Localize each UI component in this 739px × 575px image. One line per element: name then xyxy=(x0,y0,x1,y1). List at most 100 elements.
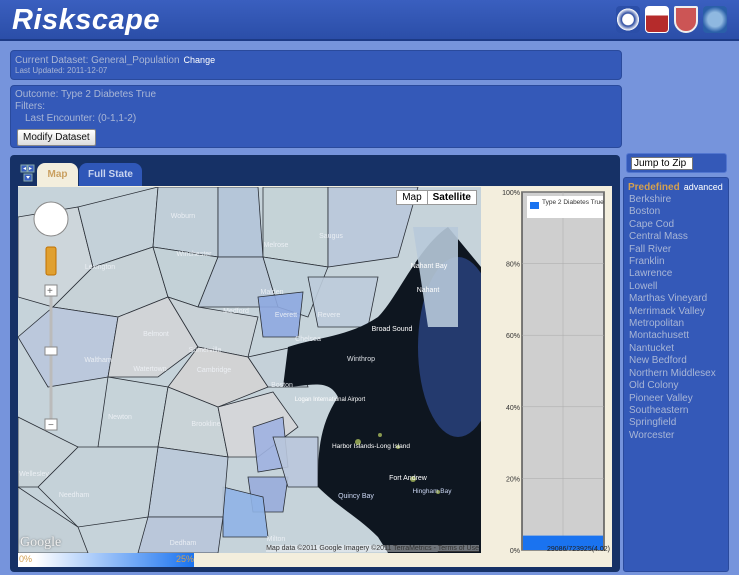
region-link[interactable]: Southeastern xyxy=(629,405,724,417)
zoom-slider-handle xyxy=(44,346,58,356)
state-seal-icon xyxy=(703,6,727,33)
region-link[interactable]: Nantucket xyxy=(629,343,724,355)
predefined-tab[interactable]: Predefined xyxy=(628,182,680,193)
region-link[interactable]: Franklin xyxy=(629,256,724,268)
place-label: Wellesley xyxy=(19,471,49,478)
filters-label: Filters: xyxy=(15,101,45,112)
outcome-panel: Outcome: Type 2 Diabetes True Filters: L… xyxy=(10,85,622,148)
y-tick-label: 0% xyxy=(510,548,520,555)
dataset-panel: Current Dataset: General_Population Chang… xyxy=(10,50,622,80)
advanced-link[interactable]: advanced xyxy=(684,182,723,192)
place-label: Watertown xyxy=(133,366,166,373)
region-link[interactable]: Pioneer Valley xyxy=(629,393,724,405)
region-link[interactable]: New Bedford xyxy=(629,355,724,367)
panel-resize-arrows-icon[interactable] xyxy=(20,164,36,182)
place-label: Revere xyxy=(318,312,341,319)
hospital-seal-icon xyxy=(616,6,640,33)
attribution-text: Map data ©2011 Google Imagery ©2011 Terr… xyxy=(266,545,438,552)
y-tick-label: 20% xyxy=(506,476,520,483)
last-updated: Last Updated: 2011-12-07 xyxy=(15,66,108,75)
place-label: Melrose xyxy=(264,242,289,249)
choropleth-map[interactable]: Woburn Lexington Winchester Melrose Saug… xyxy=(18,187,481,553)
filter-item: Last Encounter: (0-1,1-2) xyxy=(25,113,137,124)
region-link[interactable]: Montachusett xyxy=(629,330,724,342)
region-link[interactable]: Northern Middlesex xyxy=(629,368,724,380)
place-label: Winthrop xyxy=(347,356,375,363)
chart-footer: 29086/723925(4.02) xyxy=(547,546,610,553)
street-view-pegman-icon xyxy=(45,246,57,276)
region-link[interactable]: Boston xyxy=(629,206,724,218)
tab-full-state[interactable]: Full State xyxy=(79,163,142,187)
place-label: Brookline xyxy=(191,421,220,428)
region-link[interactable]: Worcester xyxy=(629,430,724,442)
place-label: Hingham Bay xyxy=(412,488,452,495)
terms-of-use-link[interactable]: Terms of Use xyxy=(438,545,479,552)
place-label: Logan International Airport xyxy=(295,397,366,403)
place-label: Everett xyxy=(275,312,297,319)
legend-swatch xyxy=(530,202,539,209)
region-link[interactable]: Merrimack Valley xyxy=(629,306,724,318)
place-label: Nahant xyxy=(417,287,440,294)
region-link[interactable]: Lawrence xyxy=(629,268,724,280)
jump-to-zip-panel xyxy=(626,153,727,173)
bar-chart: 0% 20% 40% 60% 80% 100% Type 2 Diabetes True 29… xyxy=(502,190,610,555)
region-link[interactable]: Lowell xyxy=(629,281,724,293)
region-link[interactable]: Old Colony xyxy=(629,380,724,392)
region-link[interactable]: Cape Cod xyxy=(629,219,724,231)
region-link[interactable]: Springfield xyxy=(629,417,724,429)
y-tick-label: 80% xyxy=(506,262,520,269)
place-label: Milton xyxy=(267,536,286,543)
place-label: Fort Andrew xyxy=(389,475,428,482)
modify-dataset-button[interactable]: Modify Dataset xyxy=(17,129,96,146)
region-list: Berkshire Boston Cape Cod Central Mass Fall … xyxy=(628,194,724,442)
map-canvas[interactable]: Woburn Lexington Winchester Melrose Saug… xyxy=(18,187,481,553)
map-attribution: Map data ©2011 Google Imagery ©2011 Terr… xyxy=(266,545,479,552)
svg-text:+: + xyxy=(47,286,53,297)
pan-control-icon xyxy=(33,201,69,237)
place-label: Winchester xyxy=(176,251,212,258)
google-logo: Google xyxy=(20,535,62,550)
harvard-seal-icon xyxy=(674,6,698,33)
place-label: Woburn xyxy=(171,213,195,220)
place-label: Lexington xyxy=(85,264,115,271)
y-tick-label: 40% xyxy=(506,405,520,412)
region-link[interactable]: Fall River xyxy=(629,244,724,256)
tab-map[interactable]: Map xyxy=(37,163,78,187)
region-link[interactable]: Metropolitan xyxy=(629,318,724,330)
place-label: Chelsea xyxy=(295,336,321,343)
app-logo: Riskscape xyxy=(12,4,160,36)
place-label: Waltham xyxy=(84,357,112,364)
outcome-text: Outcome: Type 2 Diabetes True xyxy=(15,89,157,100)
map-type-map-button[interactable]: Map xyxy=(397,191,426,204)
place-label: Broad Sound xyxy=(372,326,413,333)
region-link[interactable]: Berkshire xyxy=(629,194,724,206)
place-label: Nahant Bay xyxy=(411,263,448,270)
place-label: Needham xyxy=(59,492,90,499)
place-label: Malden xyxy=(261,289,284,296)
jump-to-zip-input[interactable] xyxy=(631,157,693,170)
header: Riskscape xyxy=(0,0,739,41)
map-type-control[interactable]: Map Satellite xyxy=(396,190,477,205)
color-scale-legend xyxy=(18,553,194,567)
region-link[interactable]: Marthas Vineyard xyxy=(629,293,724,305)
svg-text:−: − xyxy=(48,420,54,431)
dpm-seal-icon xyxy=(645,6,669,33)
y-tick-label: 60% xyxy=(506,333,520,340)
region-link[interactable]: Central Mass xyxy=(629,231,724,243)
place-label: Cambridge xyxy=(197,367,231,374)
legend-min: 0% xyxy=(19,554,33,564)
current-dataset: Current Dataset: General_Population xyxy=(15,55,180,66)
place-label: Dedham xyxy=(170,540,197,547)
place-label: Quincy Bay xyxy=(338,493,374,500)
place-label: Somerville xyxy=(189,347,222,354)
map-type-satellite-button[interactable]: Satellite xyxy=(426,191,476,204)
place-label: Harbor Islands-Long Island xyxy=(332,443,410,450)
region-panel: Predefined advanced Berkshire Boston Cape C… xyxy=(623,177,729,572)
place-label: Belmont xyxy=(143,331,169,338)
legend-max: 25% xyxy=(176,554,195,564)
place-label: Medford xyxy=(223,308,249,315)
change-dataset-link[interactable]: Change xyxy=(184,55,216,65)
y-tick-label: 100% xyxy=(502,190,520,197)
place-label: Boston xyxy=(271,382,293,389)
legend-label: Type 2 Diabetes True xyxy=(542,199,604,206)
